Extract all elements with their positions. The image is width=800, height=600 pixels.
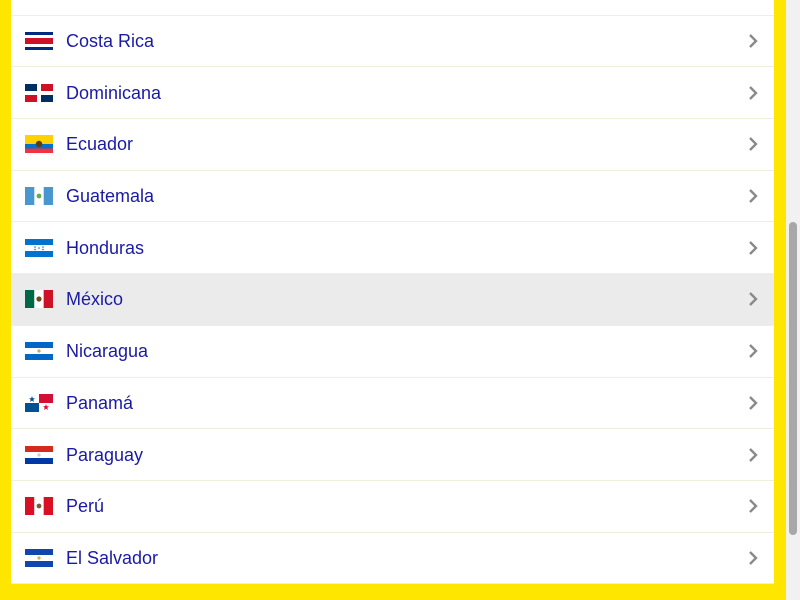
chevron-right-icon — [749, 447, 758, 462]
country-label: Panamá — [66, 392, 134, 413]
el-salvador-flag-icon — [25, 548, 53, 567]
list-item-mexico[interactable]: México — [11, 274, 774, 326]
costa-rica-flag-icon — [25, 32, 53, 51]
list-item-panama[interactable]: Panamá — [11, 378, 774, 430]
vertical-scrollbar[interactable] — [786, 0, 800, 600]
list-item-paraguay[interactable]: Paraguay — [11, 429, 774, 481]
dominican-republic-flag-icon — [25, 83, 53, 102]
country-label: Costa Rica — [66, 31, 155, 52]
chevron-right-icon — [749, 395, 758, 410]
chevron-right-icon — [749, 85, 758, 100]
country-label: Honduras — [66, 237, 145, 258]
honduras-flag-icon — [25, 238, 53, 257]
list-item-el-salvador[interactable]: El Salvador — [11, 533, 774, 585]
chevron-right-icon — [749, 137, 758, 152]
list-item-ecuador[interactable]: Ecuador — [11, 119, 774, 171]
country-label: México — [66, 289, 124, 310]
list-item-peru[interactable]: Perú — [11, 481, 774, 533]
chevron-right-icon — [749, 240, 758, 255]
peru-flag-icon — [25, 497, 53, 516]
list-item-guatemala[interactable]: Guatemala — [11, 171, 774, 223]
chevron-right-icon — [749, 499, 758, 514]
list-item-partial[interactable] — [11, 0, 774, 16]
country-label: Guatemala — [66, 186, 155, 207]
chevron-right-icon — [749, 551, 758, 565]
list-item-dominicana[interactable]: Dominicana — [11, 67, 774, 120]
list-item-nicaragua[interactable]: Nicaragua — [11, 326, 774, 378]
country-label: Ecuador — [66, 134, 134, 155]
country-label: Dominicana — [66, 82, 162, 103]
chevron-right-icon — [749, 292, 758, 307]
list-item-costa-rica[interactable]: Costa Rica — [11, 16, 774, 68]
mexico-flag-icon — [25, 290, 53, 309]
chevron-right-icon — [749, 34, 758, 48]
nicaragua-flag-icon — [25, 342, 53, 361]
list-item-honduras[interactable]: Honduras — [11, 222, 774, 275]
scrollbar-thumb[interactable] — [789, 222, 797, 535]
country-label: Nicaragua — [66, 341, 149, 362]
guatemala-flag-icon — [25, 187, 53, 206]
ecuador-flag-icon — [25, 135, 53, 154]
panama-flag-icon — [25, 393, 53, 412]
chevron-right-icon — [749, 344, 758, 359]
country-label: Paraguay — [66, 444, 144, 465]
country-label: El Salvador — [66, 547, 159, 568]
country-list: Costa Rica Dominicana Ecuador Guatemala … — [11, 0, 774, 585]
country-label: Perú — [66, 496, 105, 517]
chevron-right-icon — [749, 189, 758, 203]
paraguay-flag-icon — [25, 445, 53, 464]
